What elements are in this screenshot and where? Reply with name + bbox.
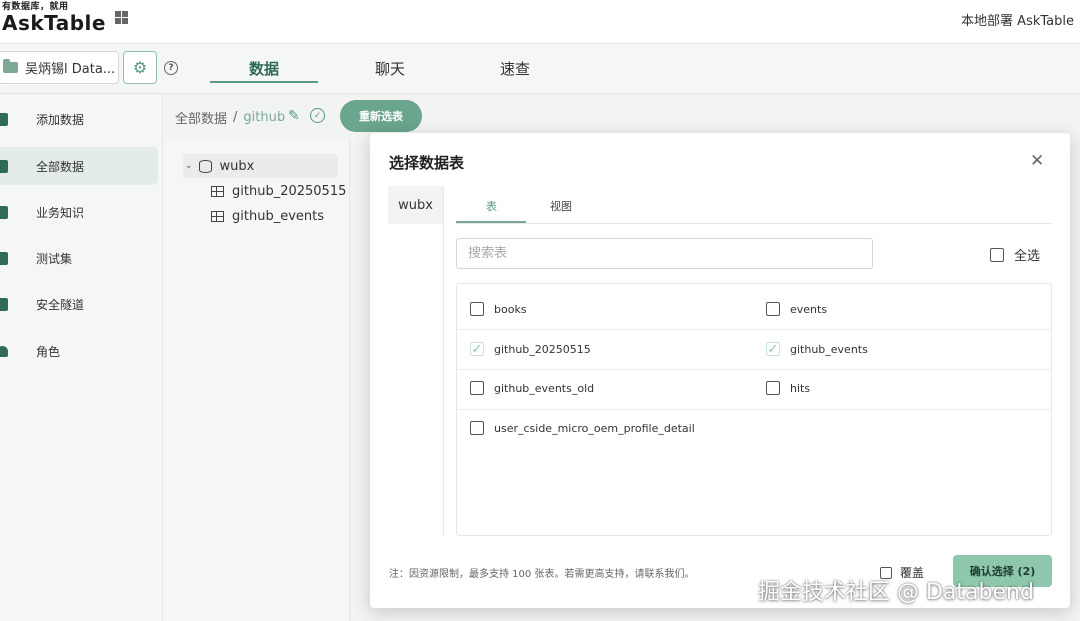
database-icon xyxy=(198,159,212,173)
tree-item-label: github_events xyxy=(232,209,324,224)
deploy-link[interactable]: 本地部署 AskTable xyxy=(961,10,1074,29)
close-icon[interactable]: ✕ xyxy=(1030,151,1044,171)
table-name: books xyxy=(494,302,527,316)
sidebar-item-roles[interactable]: 角色 xyxy=(0,332,158,370)
tab-tables[interactable]: 表 xyxy=(486,198,497,214)
table-name: hits xyxy=(790,381,811,395)
add-data-icon xyxy=(0,112,8,126)
logo-brand: AskTable xyxy=(2,11,106,35)
row-divider xyxy=(457,369,1051,370)
sidebar-item-label: 业务知识 xyxy=(36,205,85,220)
table-name: github_20250515 xyxy=(494,342,591,356)
table-icon xyxy=(211,186,224,197)
breadcrumb-current: github xyxy=(243,110,286,125)
table-option-books[interactable]: books xyxy=(470,302,527,316)
table-option-user-cside-micro-oem-profile-detail[interactable]: user_cside_micro_oem_profile_detail xyxy=(470,421,695,435)
tab-quick-lookup[interactable]: 速查 xyxy=(500,58,530,79)
watermark: 掘金技术社区 @ Databend xyxy=(758,580,1034,605)
folder-icon xyxy=(3,59,18,73)
active-subtab-indicator xyxy=(456,221,526,223)
checkbox[interactable] xyxy=(470,421,484,435)
help-icon[interactable]: ? xyxy=(164,61,178,75)
checkbox-checked[interactable]: ✓ xyxy=(766,342,780,357)
limit-note: 注：因资源限制，最多支持 100 张表。若需更高支持，请联系我们。 xyxy=(389,569,695,580)
table-icon xyxy=(211,211,224,222)
settings-button[interactable]: ⚙ xyxy=(123,51,157,84)
checkbox[interactable] xyxy=(990,247,1004,262)
search-table-input[interactable] xyxy=(456,238,873,269)
apps-grid-icon[interactable] xyxy=(115,11,128,24)
shield-icon xyxy=(0,297,8,311)
tab-chat[interactable]: 聊天 xyxy=(375,58,405,79)
book-icon xyxy=(0,205,8,219)
sidebar-item-all-data[interactable]: 全部数据 xyxy=(0,147,158,185)
tree-item[interactable]: github_events xyxy=(211,209,324,224)
user-icon xyxy=(0,345,8,357)
chevron-down-icon[interactable]: ⌄ xyxy=(185,161,193,171)
sidebar-item-label: 测试集 xyxy=(36,251,73,266)
logo[interactable]: 有数据库，就用 AskTable xyxy=(2,2,106,34)
table-name: github_events_old xyxy=(494,381,595,395)
checkbox[interactable] xyxy=(470,381,484,395)
checkbox[interactable] xyxy=(766,381,780,395)
sidebar: 添加数据 全部数据 业务知识 测试集 安全隧道 角色 xyxy=(0,94,163,621)
sidebar-item-business-knowledge[interactable]: 业务知识 xyxy=(0,193,158,231)
row-divider xyxy=(457,409,1051,410)
modal-title: 选择数据表 xyxy=(389,154,465,172)
breadcrumb-root[interactable]: 全部数据 xyxy=(175,108,227,127)
table-name: events xyxy=(790,302,828,316)
table-list: books events ✓ github_20250515 ✓ github_… xyxy=(456,283,1052,536)
reselect-tables-button[interactable]: 重新选表 xyxy=(340,100,422,132)
datasource-label: 吴炳锡l Data... xyxy=(25,62,116,77)
active-tab-indicator xyxy=(210,81,318,83)
checkbox[interactable] xyxy=(766,302,780,316)
select-all-label: 全选 xyxy=(1014,249,1041,264)
gear-icon: ⚙ xyxy=(132,58,148,77)
sidebar-item-label: 添加数据 xyxy=(36,112,85,127)
check-circle-icon[interactable]: ✓ xyxy=(310,108,325,123)
schema-list: wubx xyxy=(388,186,444,536)
select-all-checkbox[interactable]: 全选 xyxy=(990,245,1040,264)
tree-root-item[interactable]: ⌄ wubx xyxy=(183,154,338,178)
database-icon xyxy=(0,159,8,173)
top-bar: 有数据库，就用 AskTable 本地部署 AskTable xyxy=(0,0,1080,44)
breadcrumb: 全部数据 / github xyxy=(175,108,285,127)
row-divider xyxy=(457,329,1051,330)
schema-item[interactable]: wubx xyxy=(388,186,443,224)
edit-pencil-icon[interactable]: ✎ xyxy=(288,108,300,124)
tree-item[interactable]: github_20250515 xyxy=(211,184,346,199)
sidebar-item-secure-tunnel[interactable]: 安全隧道 xyxy=(0,285,158,323)
checkbox[interactable] xyxy=(470,302,484,316)
table-option-events[interactable]: events xyxy=(766,302,827,316)
breadcrumb-separator: / xyxy=(233,110,238,125)
data-tree: ⌄ wubx github_20250515 github_events xyxy=(163,140,350,621)
sub-bar: 吴炳锡l Data... ⚙ ? 数据 聊天 速查 xyxy=(0,44,1080,94)
table-name: user_cside_micro_oem_profile_detail xyxy=(494,421,695,435)
table-option-github-events-old[interactable]: github_events_old xyxy=(470,381,594,395)
sidebar-item-label: 安全隧道 xyxy=(36,297,85,312)
select-table-modal: 选择数据表 ✕ wubx 表 视图 全选 books events ✓ gith… xyxy=(370,133,1070,608)
table-option-github-20250515[interactable]: ✓ github_20250515 xyxy=(470,342,591,357)
table-option-hits[interactable]: hits xyxy=(766,381,810,395)
table-option-github-events[interactable]: ✓ github_events xyxy=(766,342,868,357)
sidebar-item-label: 角色 xyxy=(36,344,61,359)
tree-root-label: wubx xyxy=(219,158,255,174)
tab-data[interactable]: 数据 xyxy=(249,58,279,79)
datasource-select[interactable]: 吴炳锡l Data... xyxy=(0,51,119,84)
checkbox-checked[interactable]: ✓ xyxy=(470,342,484,357)
tree-item-label: github_20250515 xyxy=(232,184,347,199)
tab-divider xyxy=(456,223,1052,224)
tab-views[interactable]: 视图 xyxy=(550,198,572,214)
sidebar-item-add-data[interactable]: 添加数据 xyxy=(0,100,158,138)
testset-icon xyxy=(0,251,8,265)
table-name: github_events xyxy=(790,342,868,356)
sidebar-item-label: 全部数据 xyxy=(36,159,85,174)
sidebar-item-test-set[interactable]: 测试集 xyxy=(0,239,158,277)
